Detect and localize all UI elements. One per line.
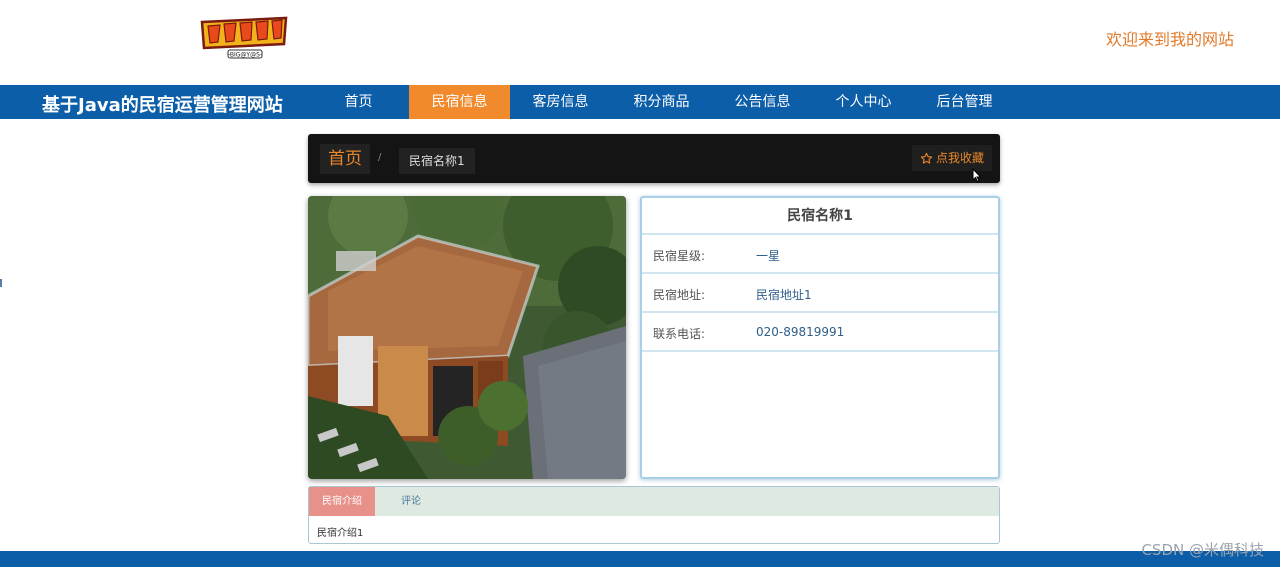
mouse-cursor-icon <box>972 168 982 182</box>
homestay-detail-panel: 民宿名称1 民宿星级: 一星 民宿地址: 民宿地址1 联系电话: 020-898… <box>640 196 1000 479</box>
detail-value: 020-89819991 <box>756 325 845 339</box>
breadcrumb-current: 民宿名称1 <box>399 148 475 174</box>
homestay-photo <box>308 196 626 479</box>
tab-homestay-intro[interactable]: 民宿介绍 <box>309 487 375 516</box>
detail-row-star: 民宿星级: 一星 <box>642 235 998 274</box>
tab-content: 民宿介绍1 <box>317 528 364 539</box>
detail-value: 民宿地址1 <box>756 288 812 302</box>
tab-header: 民宿介绍 评论 <box>309 487 999 516</box>
footer-bar <box>0 551 1280 567</box>
logo-subtext: -BIG@Y@S- <box>228 52 262 59</box>
nav-item-personal-center[interactable]: 个人中心 <box>813 85 914 119</box>
main-nav: 基于Java的民宿运营管理网站 首页 民宿信息 客房信息 积分商品 公告信息 个… <box>0 85 1280 119</box>
detail-tabs: 民宿介绍 评论 民宿介绍1 <box>308 486 1000 544</box>
nav-item-admin[interactable]: 后台管理 <box>914 85 1015 119</box>
breadcrumb-separator: / <box>378 152 382 163</box>
nav-item-room-info[interactable]: 客房信息 <box>510 85 611 119</box>
detail-row-address: 民宿地址: 民宿地址1 <box>642 274 998 313</box>
homestay-name-title: 民宿名称1 <box>642 198 998 235</box>
homestay-photo-graphic <box>308 196 626 479</box>
site-logo[interactable]: -BIG@Y@S- <box>198 14 290 60</box>
site-title[interactable]: 基于Java的民宿运营管理网站 <box>42 91 283 117</box>
nav-item-points-goods[interactable]: 积分商品 <box>611 85 712 119</box>
welcome-text: 欢迎来到我的网站 <box>1105 30 1234 49</box>
logo-graphic: -BIG@Y@S- <box>200 16 288 59</box>
detail-label: 联系电话: <box>653 327 706 341</box>
tab-comments[interactable]: 评论 <box>401 487 421 516</box>
detail-label: 民宿地址: <box>653 288 706 302</box>
header: -BIG@Y@S- 欢迎来到我的网站 <box>0 0 1280 85</box>
star-icon <box>920 152 933 164</box>
nav-item-homestay-info[interactable]: 民宿信息 <box>409 85 510 119</box>
detail-row-phone: 联系电话: 020-89819991 <box>642 313 998 352</box>
detail-label: 民宿星级: <box>653 249 706 263</box>
nav-items: 首页 民宿信息 客房信息 积分商品 公告信息 个人中心 后台管理 <box>308 85 1015 119</box>
breadcrumb: 首页 / 民宿名称1 点我收藏 <box>308 134 1000 183</box>
detail-value: 一星 <box>756 249 781 263</box>
left-edge-mark <box>0 279 2 287</box>
nav-item-home[interactable]: 首页 <box>308 85 409 119</box>
watermark: CSDN @米偶科技 <box>1141 541 1264 559</box>
nav-item-announcements[interactable]: 公告信息 <box>712 85 813 119</box>
breadcrumb-home-link[interactable]: 首页 <box>320 144 370 174</box>
